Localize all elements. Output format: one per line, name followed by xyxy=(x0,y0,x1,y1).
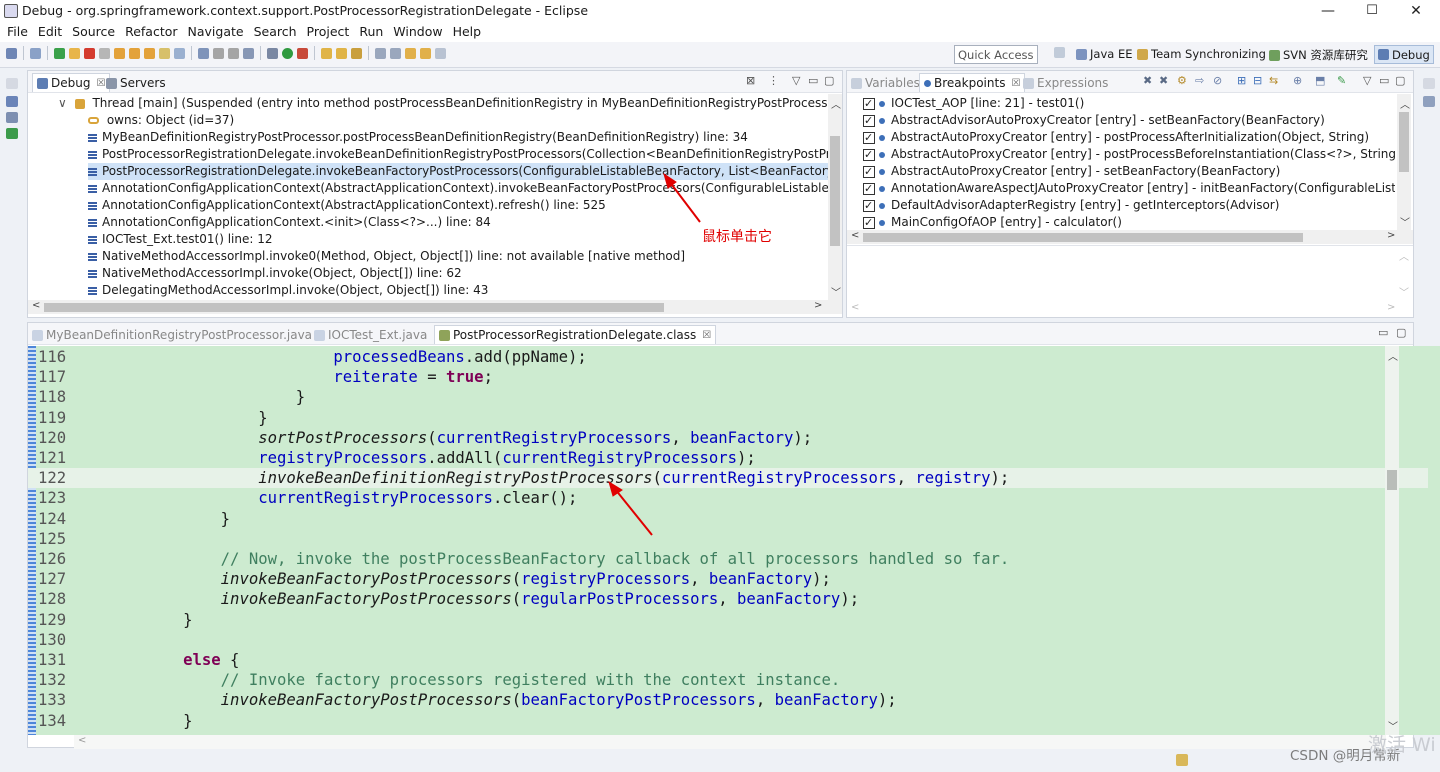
annotation-arrow-frame xyxy=(668,180,701,223)
status-bar: CSDN @明月常新 激活 Wi xyxy=(0,734,1440,772)
annotation-label: 鼠标单击它 xyxy=(702,229,772,245)
progress-icon[interactable] xyxy=(1176,754,1188,766)
activate-windows-watermark: 激活 Wi xyxy=(1368,734,1436,756)
annotation-arrows xyxy=(608,172,701,536)
arrowhead-icon xyxy=(663,172,677,189)
annotation-arrow-line xyxy=(614,488,653,536)
